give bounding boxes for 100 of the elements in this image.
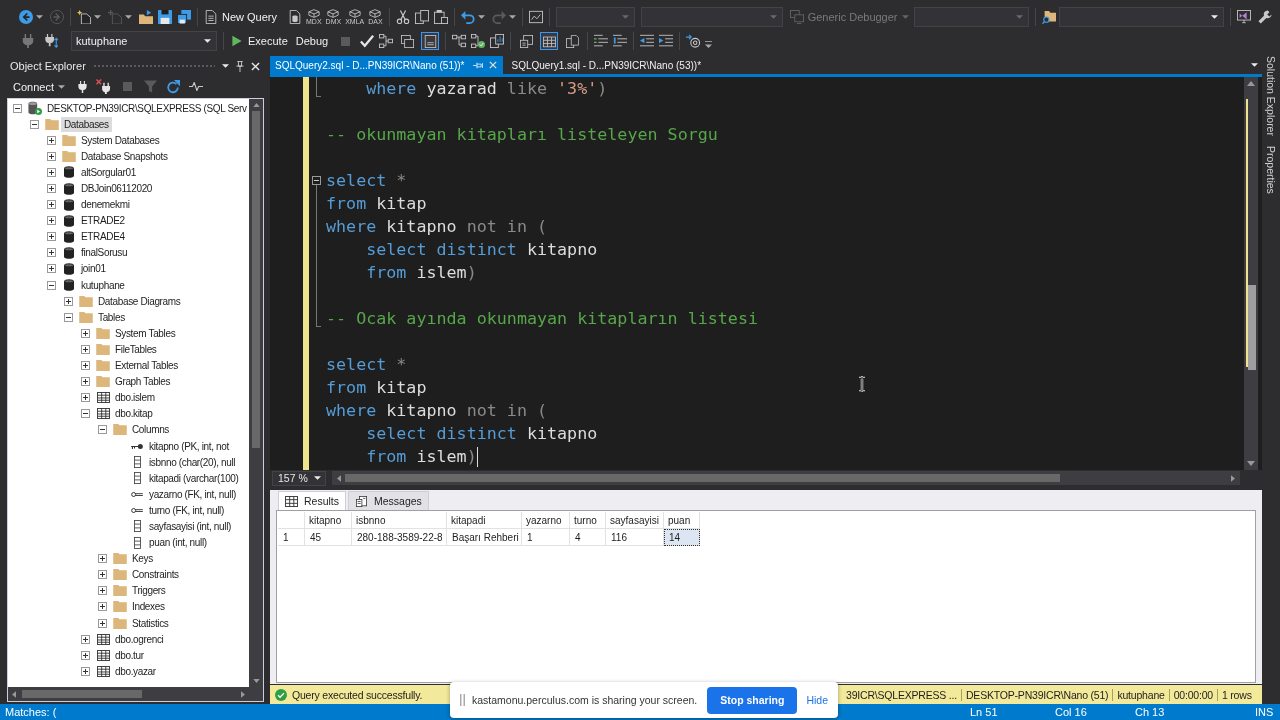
expand-icon[interactable] xyxy=(81,393,90,403)
save-icon[interactable] xyxy=(158,10,172,24)
expand-icon[interactable] xyxy=(81,361,90,371)
back-icon[interactable] xyxy=(19,10,33,24)
tree-item[interactable]: kitapno (PK, int, not xyxy=(146,438,232,454)
scrollbar-thumb[interactable] xyxy=(345,474,1060,482)
tree-item[interactable]: Keys xyxy=(129,551,156,567)
expand-icon[interactable] xyxy=(81,666,90,676)
tree-item[interactable]: Graph Tables xyxy=(112,374,174,390)
tree-item[interactable]: kitapadi (varchar(100) xyxy=(146,470,242,486)
column-header[interactable]: kitapadi xyxy=(447,512,522,529)
table-cell[interactable]: Başarı Rehberi xyxy=(447,529,522,546)
tree-item[interactable]: Database Diagrams xyxy=(95,293,184,309)
tree-item[interactable]: dbo.kitap xyxy=(112,406,156,422)
caret-icon[interactable] xyxy=(36,15,43,19)
database-dropdown[interactable]: kutuphane xyxy=(71,31,217,51)
tree-item[interactable]: dbo.yazar xyxy=(112,663,159,679)
pin-icon[interactable] xyxy=(236,60,244,72)
scrollbar-thumb[interactable] xyxy=(22,690,142,698)
expand-icon[interactable] xyxy=(81,344,90,354)
expand-icon[interactable] xyxy=(81,634,90,644)
dropdown-field[interactable] xyxy=(913,7,1029,27)
table-cell[interactable]: 1 xyxy=(522,529,570,546)
database-query-icon[interactable] xyxy=(288,10,303,24)
tree-item[interactable]: Statistics xyxy=(129,615,172,631)
uncomment-lines-icon[interactable] xyxy=(613,34,628,48)
scroll-up-icon[interactable] xyxy=(1247,81,1255,86)
toggle-button[interactable] xyxy=(517,32,536,50)
comment-lines-icon[interactable] xyxy=(594,34,609,48)
scrollbar-thumb[interactable] xyxy=(1248,285,1256,370)
tree-item[interactable]: System Tables xyxy=(112,325,179,341)
expand-icon[interactable] xyxy=(47,184,56,193)
close-icon[interactable] xyxy=(251,61,260,71)
toggle-button[interactable] xyxy=(421,32,440,50)
undo-icon[interactable] xyxy=(460,10,475,24)
tree-item[interactable]: altSorgular01 xyxy=(78,164,139,180)
expand-icon[interactable] xyxy=(47,151,56,161)
caret-icon[interactable] xyxy=(1251,63,1258,67)
tree-item[interactable]: Columns xyxy=(129,422,172,438)
debug-button[interactable]: Debug xyxy=(295,35,329,47)
expand-icon[interactable] xyxy=(98,586,107,596)
new-query-button[interactable]: New Query xyxy=(204,10,278,24)
arrow-circle-icon[interactable] xyxy=(686,34,701,48)
tree-item[interactable]: isbnno (char(20), null xyxy=(146,454,239,470)
collapse-icon[interactable] xyxy=(64,312,73,322)
collapse-icon[interactable] xyxy=(13,103,22,113)
toggle-button[interactable] xyxy=(540,32,559,50)
tree-item[interactable]: yazarno (FK, int, null) xyxy=(146,486,239,502)
tree-item[interactable]: Database Snapshots xyxy=(78,148,171,164)
collapse-icon[interactable] xyxy=(311,176,321,185)
hide-link[interactable]: Hide xyxy=(804,694,831,706)
outdent-icon[interactable] xyxy=(640,34,655,48)
tree-item[interactable]: sayfasayisi (int, null) xyxy=(146,519,234,534)
scroll-down-icon[interactable] xyxy=(1247,461,1255,466)
tree-item[interactable]: Databases xyxy=(61,116,112,132)
scrollbar[interactable] xyxy=(1244,77,1258,470)
caret-icon[interactable] xyxy=(94,15,101,19)
expand-icon[interactable] xyxy=(47,200,56,210)
scroll-right-icon[interactable] xyxy=(1231,474,1235,482)
scroll-left-icon[interactable] xyxy=(12,690,16,698)
plan-icon[interactable] xyxy=(379,34,394,48)
expand-icon[interactable] xyxy=(47,232,56,242)
caret-icon[interactable] xyxy=(222,64,229,68)
scroll-left-icon[interactable] xyxy=(337,474,341,482)
check-icon[interactable] xyxy=(360,34,375,48)
column-header[interactable]: isbnno xyxy=(352,512,447,529)
scroll-right-icon[interactable] xyxy=(241,690,245,698)
tree-item[interactable]: ETRADE4 xyxy=(78,229,128,245)
side-tab[interactable]: Solution Explorer xyxy=(1265,56,1277,136)
results-tab[interactable]: Messages xyxy=(348,491,429,510)
tree-item[interactable]: System Databases xyxy=(78,132,163,148)
new-project-icon[interactable] xyxy=(77,10,91,24)
copy-icon[interactable] xyxy=(414,10,429,24)
cut-icon[interactable] xyxy=(395,10,410,24)
expand-icon[interactable] xyxy=(47,264,56,274)
tree-item[interactable]: DBJoin06112020 xyxy=(78,181,156,196)
find-folder-icon[interactable] xyxy=(1041,10,1056,24)
expand-icon[interactable] xyxy=(81,377,90,387)
tree-item[interactable]: puan (int, null) xyxy=(146,535,210,551)
tree-item[interactable]: Indexes xyxy=(129,599,168,615)
toggle-button[interactable] xyxy=(398,32,417,50)
editor-tab[interactable]: SQLQuery1.sql - D...PN39ICR\Nano (53))* xyxy=(506,56,708,74)
collapse-icon[interactable] xyxy=(47,280,56,290)
side-tab[interactable]: Properties xyxy=(1265,145,1277,194)
expand-icon[interactable] xyxy=(81,328,90,338)
caret-icon[interactable] xyxy=(508,15,516,19)
column-header[interactable]: sayfasayisi xyxy=(606,512,664,529)
refresh-icon[interactable] xyxy=(166,79,180,94)
tree-item[interactable]: join01 xyxy=(78,261,109,277)
stop-sharing-button[interactable]: Stop sharing xyxy=(707,686,798,714)
scroll-up-icon[interactable] xyxy=(252,103,260,107)
tree-item[interactable]: dbo.islem xyxy=(112,390,158,406)
connect-button[interactable]: Connect xyxy=(13,80,65,93)
tree-item[interactable]: Triggers xyxy=(129,583,169,599)
column-header[interactable]: turno xyxy=(570,512,606,529)
scrollbar-thumb[interactable] xyxy=(252,111,260,448)
wrench-icon[interactable] xyxy=(1257,10,1272,24)
column-header[interactable]: kitapno xyxy=(305,512,352,529)
tree-item[interactable]: dbo.ogrenci xyxy=(112,631,167,647)
expand-icon[interactable] xyxy=(98,554,107,564)
